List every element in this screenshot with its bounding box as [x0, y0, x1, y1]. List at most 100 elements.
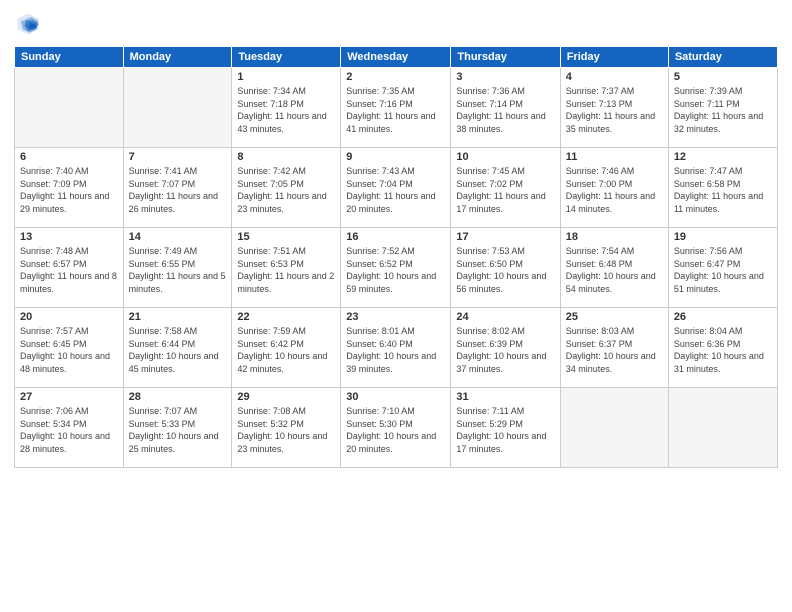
calendar-week-row: 27 Sunrise: 7:06 AMSunset: 5:34 PMDayligh… [15, 388, 778, 468]
calendar-header-monday: Monday [123, 47, 232, 68]
day-info: Sunrise: 7:56 AMSunset: 6:47 PMDaylight:… [674, 245, 772, 295]
day-info: Sunrise: 7:52 AMSunset: 6:52 PMDaylight:… [346, 245, 445, 295]
day-number: 21 [129, 311, 227, 323]
day-info: Sunrise: 7:48 AMSunset: 6:57 PMDaylight:… [20, 245, 118, 295]
calendar-day-cell: 13 Sunrise: 7:48 AMSunset: 6:57 PMDayligh… [15, 228, 124, 308]
day-info: Sunrise: 7:36 AMSunset: 7:14 PMDaylight:… [456, 85, 554, 135]
day-number: 9 [346, 151, 445, 163]
calendar-day-cell: 17 Sunrise: 7:53 AMSunset: 6:50 PMDayligh… [451, 228, 560, 308]
calendar-header-sunday: Sunday [15, 47, 124, 68]
day-info: Sunrise: 8:01 AMSunset: 6:40 PMDaylight:… [346, 325, 445, 375]
day-number: 20 [20, 311, 118, 323]
day-info: Sunrise: 7:51 AMSunset: 6:53 PMDaylight:… [237, 245, 335, 295]
calendar-header-tuesday: Tuesday [232, 47, 341, 68]
calendar-week-row: 20 Sunrise: 7:57 AMSunset: 6:45 PMDayligh… [15, 308, 778, 388]
day-number: 25 [566, 311, 663, 323]
calendar-day-cell: 26 Sunrise: 8:04 AMSunset: 6:36 PMDayligh… [668, 308, 777, 388]
calendar-day-cell [123, 68, 232, 148]
day-number: 16 [346, 231, 445, 243]
day-number: 14 [129, 231, 227, 243]
calendar-day-cell: 16 Sunrise: 7:52 AMSunset: 6:52 PMDayligh… [341, 228, 451, 308]
day-info: Sunrise: 7:11 AMSunset: 5:29 PMDaylight:… [456, 405, 554, 455]
logo-icon [14, 10, 42, 38]
day-number: 4 [566, 71, 663, 83]
calendar-header-wednesday: Wednesday [341, 47, 451, 68]
day-number: 30 [346, 391, 445, 403]
calendar-week-row: 13 Sunrise: 7:48 AMSunset: 6:57 PMDayligh… [15, 228, 778, 308]
calendar-day-cell: 20 Sunrise: 7:57 AMSunset: 6:45 PMDayligh… [15, 308, 124, 388]
day-number: 18 [566, 231, 663, 243]
day-info: Sunrise: 7:45 AMSunset: 7:02 PMDaylight:… [456, 165, 554, 215]
day-info: Sunrise: 7:46 AMSunset: 7:00 PMDaylight:… [566, 165, 663, 215]
calendar-week-row: 6 Sunrise: 7:40 AMSunset: 7:09 PMDaylight… [15, 148, 778, 228]
day-number: 7 [129, 151, 227, 163]
day-number: 10 [456, 151, 554, 163]
calendar-day-cell: 3Sunrise: 7:36 AMSunset: 7:14 PMDaylight… [451, 68, 560, 148]
day-info: Sunrise: 7:42 AMSunset: 7:05 PMDaylight:… [237, 165, 335, 215]
day-number: 17 [456, 231, 554, 243]
calendar: SundayMondayTuesdayWednesdayThursdayFrid… [14, 46, 778, 468]
day-number: 6 [20, 151, 118, 163]
calendar-day-cell: 5 Sunrise: 7:39 AMSunset: 7:11 PMDaylight… [668, 68, 777, 148]
calendar-day-cell [668, 388, 777, 468]
calendar-week-row: 1Sunrise: 7:34 AMSunset: 7:18 PMDaylight… [15, 68, 778, 148]
calendar-day-cell: 15 Sunrise: 7:51 AMSunset: 6:53 PMDayligh… [232, 228, 341, 308]
day-info: Sunrise: 7:58 AMSunset: 6:44 PMDaylight:… [129, 325, 227, 375]
calendar-day-cell [560, 388, 668, 468]
day-number: 28 [129, 391, 227, 403]
day-number: 22 [237, 311, 335, 323]
calendar-day-cell: 14 Sunrise: 7:49 AMSunset: 6:55 PMDayligh… [123, 228, 232, 308]
day-info: Sunrise: 7:47 AMSunset: 6:58 PMDaylight:… [674, 165, 772, 215]
calendar-day-cell: 4 Sunrise: 7:37 AMSunset: 7:13 PMDaylight… [560, 68, 668, 148]
calendar-day-cell: 9 Sunrise: 7:43 AMSunset: 7:04 PMDaylight… [341, 148, 451, 228]
day-info: Sunrise: 7:37 AMSunset: 7:13 PMDaylight:… [566, 85, 663, 135]
day-info: Sunrise: 7:49 AMSunset: 6:55 PMDaylight:… [129, 245, 227, 295]
day-number: 27 [20, 391, 118, 403]
day-info: Sunrise: 8:03 AMSunset: 6:37 PMDaylight:… [566, 325, 663, 375]
calendar-day-cell: 27 Sunrise: 7:06 AMSunset: 5:34 PMDayligh… [15, 388, 124, 468]
calendar-day-cell: 2Sunrise: 7:35 AMSunset: 7:16 PMDaylight… [341, 68, 451, 148]
day-number: 29 [237, 391, 335, 403]
day-info: Sunrise: 7:43 AMSunset: 7:04 PMDaylight:… [346, 165, 445, 215]
calendar-header-thursday: Thursday [451, 47, 560, 68]
day-info: Sunrise: 8:04 AMSunset: 6:36 PMDaylight:… [674, 325, 772, 375]
calendar-day-cell: 7 Sunrise: 7:41 AMSunset: 7:07 PMDaylight… [123, 148, 232, 228]
day-info: Sunrise: 7:40 AMSunset: 7:09 PMDaylight:… [20, 165, 118, 215]
calendar-header-row: SundayMondayTuesdayWednesdayThursdayFrid… [15, 47, 778, 68]
day-info: Sunrise: 7:59 AMSunset: 6:42 PMDaylight:… [237, 325, 335, 375]
day-number: 8 [237, 151, 335, 163]
day-info: Sunrise: 7:53 AMSunset: 6:50 PMDaylight:… [456, 245, 554, 295]
day-info: Sunrise: 7:08 AMSunset: 5:32 PMDaylight:… [237, 405, 335, 455]
day-number: 31 [456, 391, 554, 403]
day-info: Sunrise: 7:07 AMSunset: 5:33 PMDaylight:… [129, 405, 227, 455]
day-info: Sunrise: 7:57 AMSunset: 6:45 PMDaylight:… [20, 325, 118, 375]
day-info: Sunrise: 7:39 AMSunset: 7:11 PMDaylight:… [674, 85, 772, 135]
calendar-day-cell: 18 Sunrise: 7:54 AMSunset: 6:48 PMDayligh… [560, 228, 668, 308]
calendar-day-cell: 24Sunrise: 8:02 AMSunset: 6:39 PMDayligh… [451, 308, 560, 388]
day-info: Sunrise: 7:10 AMSunset: 5:30 PMDaylight:… [346, 405, 445, 455]
day-info: Sunrise: 7:06 AMSunset: 5:34 PMDaylight:… [20, 405, 118, 455]
day-number: 1 [237, 71, 335, 83]
day-number: 26 [674, 311, 772, 323]
day-info: Sunrise: 7:41 AMSunset: 7:07 PMDaylight:… [129, 165, 227, 215]
day-info: Sunrise: 7:54 AMSunset: 6:48 PMDaylight:… [566, 245, 663, 295]
day-number: 5 [674, 71, 772, 83]
calendar-day-cell: 1Sunrise: 7:34 AMSunset: 7:18 PMDaylight… [232, 68, 341, 148]
day-number: 15 [237, 231, 335, 243]
calendar-day-cell: 12 Sunrise: 7:47 AMSunset: 6:58 PMDayligh… [668, 148, 777, 228]
calendar-day-cell: 21 Sunrise: 7:58 AMSunset: 6:44 PMDayligh… [123, 308, 232, 388]
calendar-header-friday: Friday [560, 47, 668, 68]
calendar-day-cell: 23Sunrise: 8:01 AMSunset: 6:40 PMDayligh… [341, 308, 451, 388]
day-number: 12 [674, 151, 772, 163]
calendar-header-saturday: Saturday [668, 47, 777, 68]
calendar-day-cell: 8 Sunrise: 7:42 AMSunset: 7:05 PMDaylight… [232, 148, 341, 228]
day-number: 13 [20, 231, 118, 243]
calendar-day-cell: 10 Sunrise: 7:45 AMSunset: 7:02 PMDayligh… [451, 148, 560, 228]
calendar-day-cell: 6 Sunrise: 7:40 AMSunset: 7:09 PMDaylight… [15, 148, 124, 228]
calendar-day-cell: 19 Sunrise: 7:56 AMSunset: 6:47 PMDayligh… [668, 228, 777, 308]
calendar-day-cell: 22 Sunrise: 7:59 AMSunset: 6:42 PMDayligh… [232, 308, 341, 388]
calendar-day-cell: 11 Sunrise: 7:46 AMSunset: 7:00 PMDayligh… [560, 148, 668, 228]
calendar-day-cell: 29 Sunrise: 7:08 AMSunset: 5:32 PMDayligh… [232, 388, 341, 468]
day-number: 11 [566, 151, 663, 163]
day-number: 19 [674, 231, 772, 243]
